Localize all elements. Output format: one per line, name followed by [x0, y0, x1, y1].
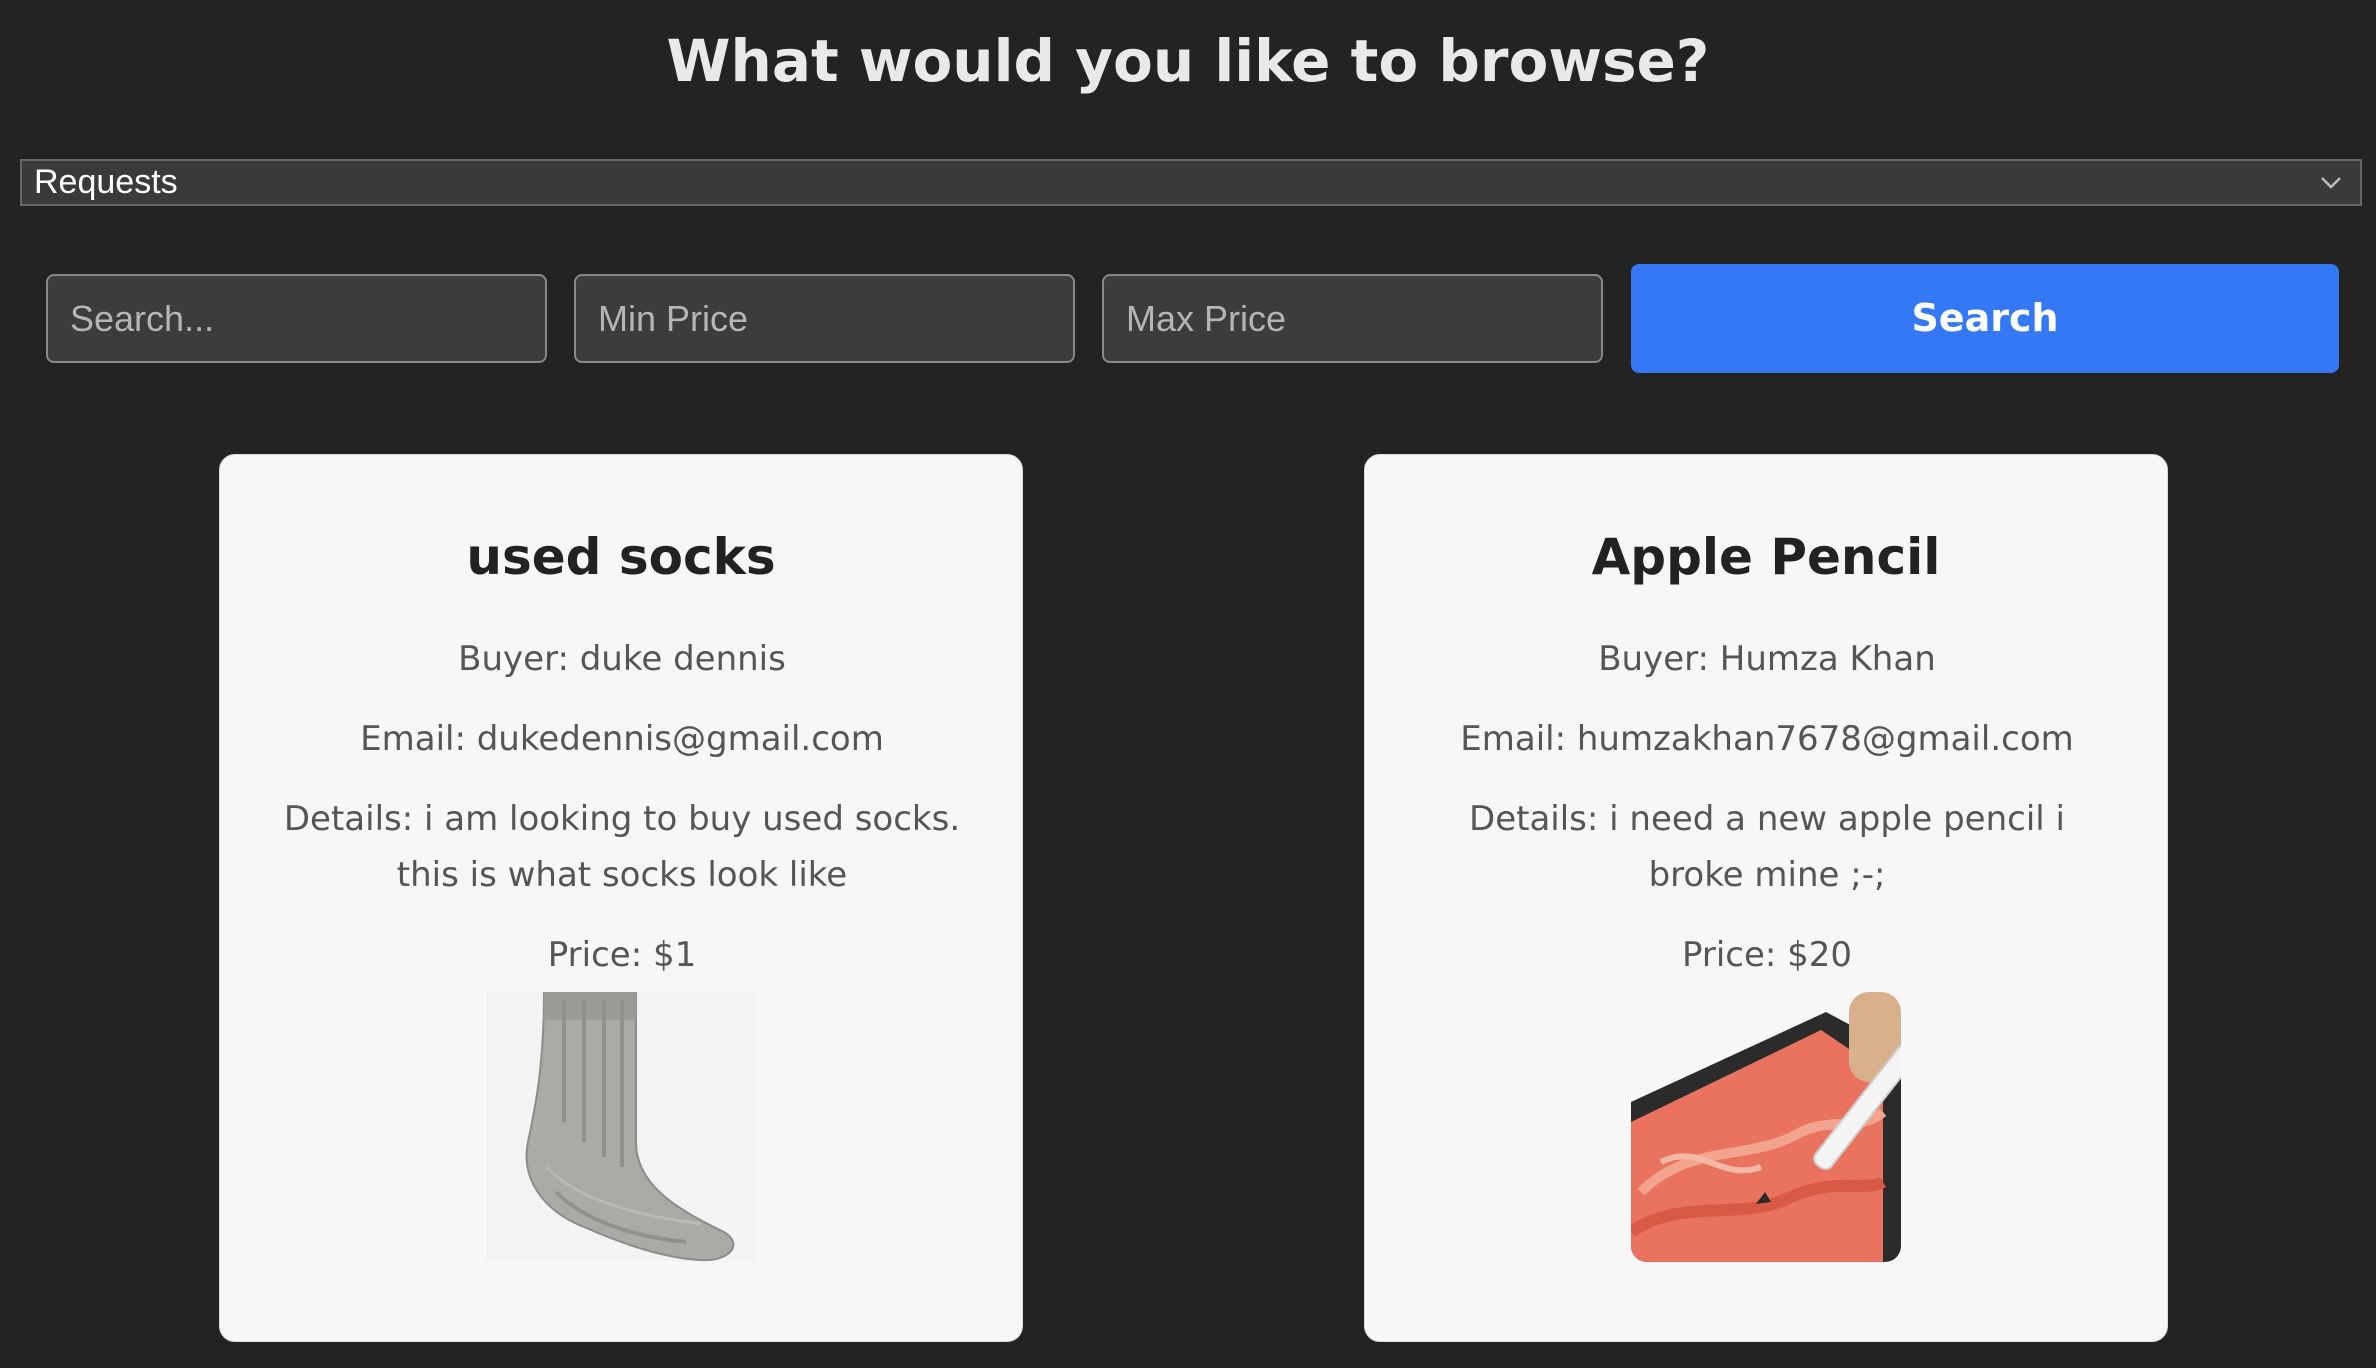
sock-image — [486, 992, 756, 1262]
request-title: Apple Pencil — [1591, 528, 1941, 586]
request-details-line-1: Details: i am looking to buy used socks. — [283, 799, 961, 839]
search-button[interactable]: Search — [1631, 264, 2339, 373]
request-details: Details: i need a new apple pencil i bro… — [1405, 791, 2129, 903]
request-details: Details: i am looking to buy used socks.… — [260, 791, 984, 903]
page-title: What would you like to browse? — [666, 27, 1710, 95]
request-details-line-1: Details: i need a new apple pencil i — [1469, 799, 2065, 839]
request-title: used socks — [466, 528, 776, 586]
browse-type-selected: Requests — [34, 163, 178, 201]
search-input[interactable]: Search... — [46, 274, 547, 363]
apple-pencil-image — [1631, 992, 1901, 1262]
max-price-input[interactable]: Max Price — [1102, 274, 1603, 363]
request-email: Email: dukedennis@gmail.com — [360, 719, 884, 759]
request-buyer: Buyer: duke dennis — [458, 639, 786, 679]
request-details-line-2: broke mine ;-; — [1648, 855, 1886, 895]
min-price-input[interactable]: Min Price — [574, 274, 1075, 363]
request-price: Price: $20 — [1681, 935, 1853, 975]
request-card[interactable]: Apple Pencil Buyer: Humza Khan Email: hu… — [1364, 454, 2168, 1342]
request-price: Price: $1 — [547, 935, 697, 975]
request-email: Email: humzakhan7678@gmail.com — [1460, 719, 2074, 759]
request-card[interactable]: used socks Buyer: duke dennis Email: duk… — [219, 454, 1023, 1342]
browse-type-select[interactable]: Requests — [20, 159, 2362, 206]
chevron-down-icon — [2321, 177, 2341, 189]
request-details-line-2: this is what socks look like — [396, 855, 848, 895]
request-buyer: Buyer: Humza Khan — [1598, 639, 1936, 679]
